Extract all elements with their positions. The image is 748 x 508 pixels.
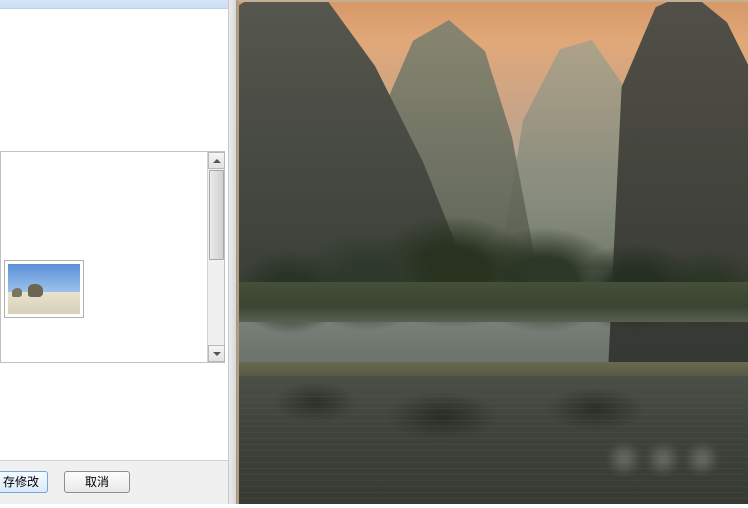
dialog-button-bar: 存修改 取消 <box>0 460 228 508</box>
upper-content-area <box>0 9 228 135</box>
panel-resize-edge[interactable] <box>228 0 237 508</box>
bottom-border <box>0 504 748 508</box>
desktop-wallpaper-preview <box>237 0 748 504</box>
thumbnail-image <box>8 264 80 314</box>
wallpaper-thumbnail[interactable] <box>4 260 84 318</box>
thumbnail-list[interactable] <box>2 153 206 361</box>
thumbnail-list-panel <box>0 151 225 363</box>
wallpaper-image <box>239 2 748 504</box>
save-changes-button[interactable]: 存修改 <box>0 471 48 493</box>
cancel-button[interactable]: 取消 <box>64 471 130 493</box>
chevron-up-icon <box>213 159 221 163</box>
chevron-down-icon <box>213 352 221 356</box>
watermark-blur <box>598 434 728 484</box>
scrollbar-thumb[interactable] <box>209 170 224 260</box>
scroll-up-button[interactable] <box>208 152 225 169</box>
title-bar-strip <box>0 0 228 9</box>
thumbnail-scrollbar[interactable] <box>207 152 224 362</box>
settings-panel: 存修改 取消 <box>0 0 237 508</box>
scroll-down-button[interactable] <box>208 345 225 362</box>
